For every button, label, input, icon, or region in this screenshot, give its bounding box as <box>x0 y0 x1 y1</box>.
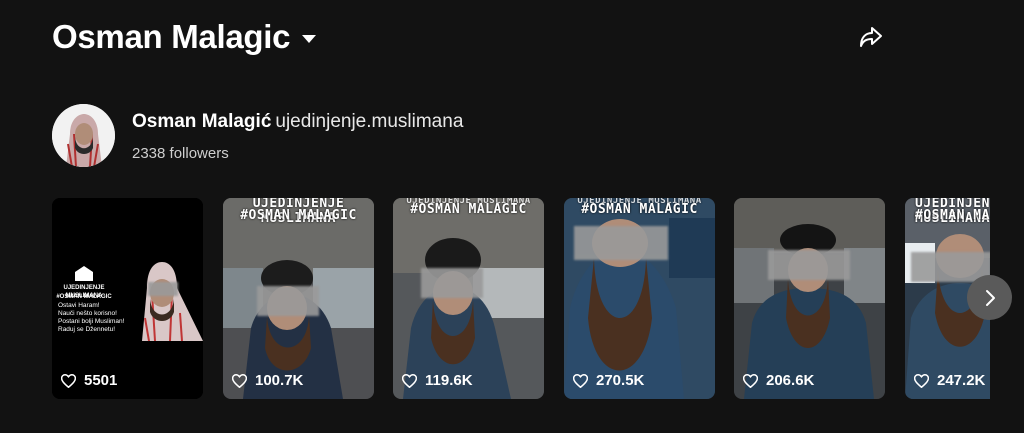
heart-icon <box>402 373 417 388</box>
chevron-right-icon <box>985 289 995 306</box>
heart-icon <box>61 373 76 388</box>
like-count-value: 119.6K <box>425 372 473 389</box>
video-thumbnail <box>734 198 885 399</box>
profile-info: Osman Malagić ujedinjenje.muslimana 2338 … <box>132 110 463 162</box>
like-count: 100.7K <box>232 372 303 389</box>
video-caption-tag: #OSMAN MALAGIC <box>581 202 698 217</box>
avatar-image <box>52 104 115 167</box>
video-caption-tag: #OSMAN MALAGIC <box>410 202 527 217</box>
video-card-3[interactable]: UJEDINJENJE MUSLIMANA #OSMAN MALAGIC 119… <box>393 198 544 399</box>
avatar[interactable] <box>52 104 115 167</box>
video-card-5[interactable]: 206.6K <box>734 198 885 399</box>
title-dropdown-caret-icon[interactable] <box>302 35 317 43</box>
profile-row: Osman Malagić ujedinjenje.muslimana 2338 … <box>52 104 463 167</box>
face-blur <box>768 250 850 280</box>
like-count: 247.2K <box>914 372 985 389</box>
face-blur <box>148 282 178 296</box>
page-title: Osman Malagic <box>52 18 291 55</box>
video-card-2[interactable]: UJEDINJENJE MUSLIMANA #OSMAN MALAGIC 100… <box>223 198 374 399</box>
like-count-value: 5501 <box>84 372 118 389</box>
profile-name[interactable]: Osman Malagić <box>132 111 271 132</box>
face-blur <box>421 268 483 298</box>
card-brand-line2: #OSMAN MALAGIC <box>56 294 112 300</box>
face-blur <box>574 226 668 260</box>
heart-icon <box>743 373 758 388</box>
video-thumbnail <box>393 198 544 399</box>
video-card-4[interactable]: UJEDINJENJE MUSLIMANA #OSMAN MALAGIC 270… <box>564 198 715 399</box>
heart-icon <box>232 373 247 388</box>
video-card-1[interactable]: UJEDINJENJE MUSLIMANA #OSMAN MALAGIC Ost… <box>52 198 203 399</box>
video-caption-tag: #OSMAN MALAGIC <box>915 208 990 223</box>
card-text-line: Postani bolji Musliman! <box>58 318 125 325</box>
video-caption-tag: #OSMAN MALAGIC <box>240 208 357 223</box>
next-videos-button[interactable] <box>967 275 1012 320</box>
like-count: 206.6K <box>743 372 814 389</box>
card-text-line: Raduj se Džennetu! <box>58 326 116 333</box>
card-text-line: Nauči nešto korisno! <box>58 310 117 317</box>
followers-count: 2338 followers <box>132 144 229 162</box>
card-text-line: Ostavi Haram! <box>58 302 100 309</box>
like-count-value: 206.6K <box>766 372 815 389</box>
like-count: 270.5K <box>573 372 644 389</box>
face-blur <box>257 286 319 316</box>
like-count-value: 270.5K <box>596 372 645 389</box>
header: Osman Malagic <box>52 18 317 56</box>
like-count-value: 100.7K <box>255 372 304 389</box>
share-icon[interactable] <box>858 24 884 50</box>
profile-handle[interactable]: ujedinjenje.muslimana <box>275 111 463 132</box>
heart-icon <box>914 373 929 388</box>
like-count: 5501 <box>61 372 117 389</box>
heart-icon <box>573 373 588 388</box>
like-count-value: 247.2K <box>937 372 986 389</box>
like-count: 119.6K <box>402 372 473 389</box>
video-strip: UJEDINJENJE MUSLIMANA #OSMAN MALAGIC Ost… <box>52 198 990 400</box>
